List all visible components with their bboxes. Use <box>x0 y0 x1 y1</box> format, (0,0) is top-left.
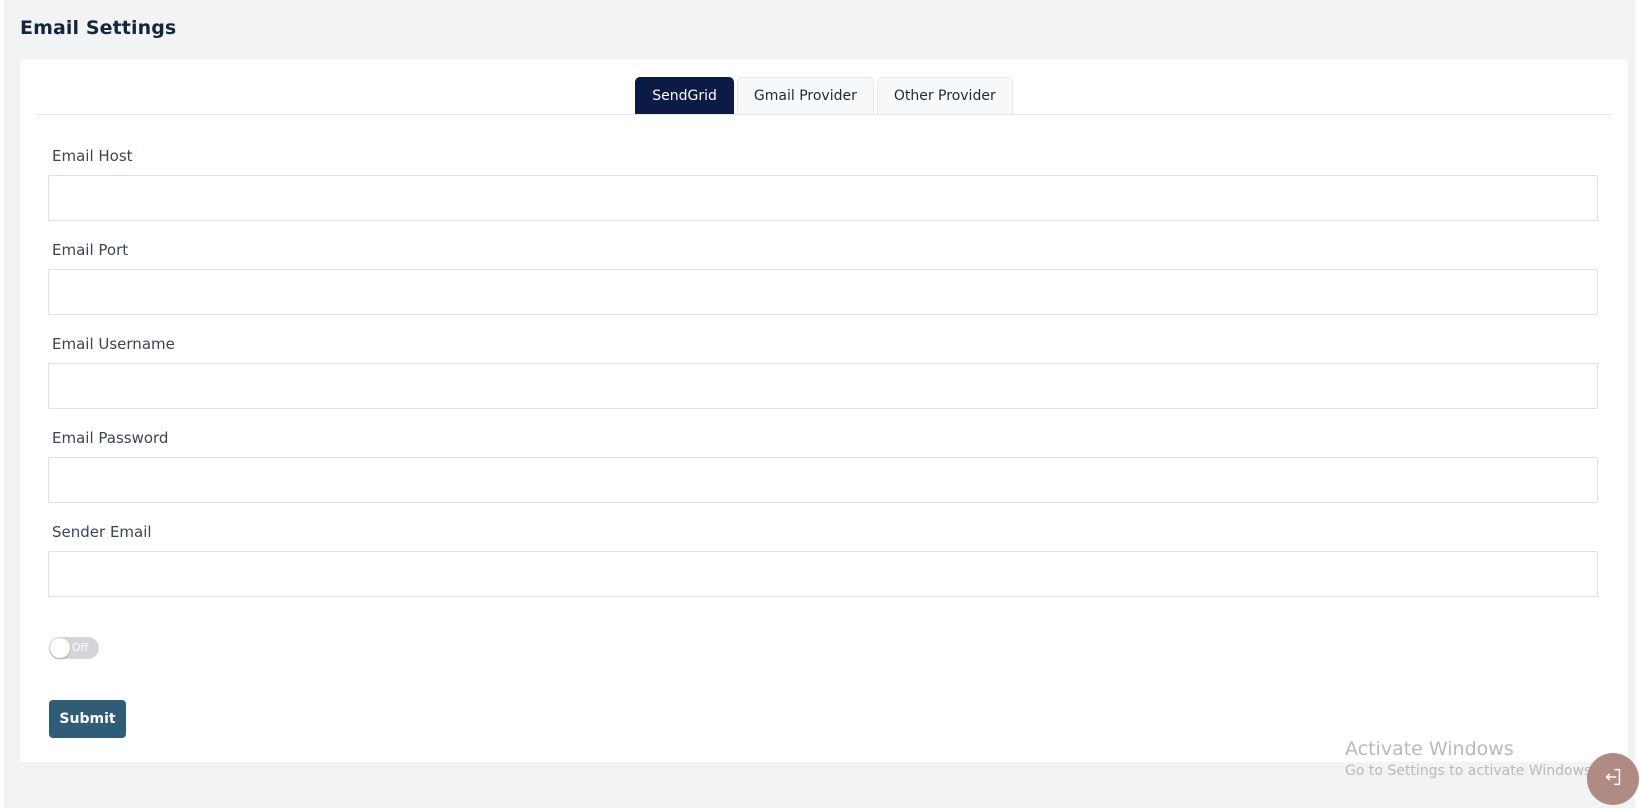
sender-email-group: Sender Email <box>48 523 1598 597</box>
email-port-group: Email Port <box>48 241 1598 315</box>
email-port-label: Email Port <box>52 241 129 259</box>
sender-email-input[interactable] <box>48 551 1598 597</box>
toggle-knob <box>50 638 70 658</box>
submit-button[interactable]: Submit <box>49 700 126 738</box>
email-username-label: Email Username <box>52 335 175 353</box>
logout-button[interactable] <box>1587 753 1639 805</box>
email-host-label: Email Host <box>52 147 133 165</box>
tab-gmail-provider[interactable]: Gmail Provider <box>736 77 874 114</box>
tab-other-provider[interactable]: Other Provider <box>876 77 1013 114</box>
email-host-input[interactable] <box>48 175 1598 221</box>
toggle-state-label: Off <box>72 641 89 654</box>
email-port-input[interactable] <box>48 269 1598 315</box>
page-background: Email Settings SendGrid Gmail Provider O… <box>4 0 1635 808</box>
email-settings-form: Email Host Email Port Email Username Ema… <box>48 147 1598 617</box>
enable-toggle[interactable]: Off <box>49 637 99 659</box>
email-password-group: Email Password <box>48 429 1598 503</box>
logout-icon <box>1602 766 1624 792</box>
tab-sendgrid[interactable]: SendGrid <box>635 77 734 114</box>
email-password-input[interactable] <box>48 457 1598 503</box>
settings-card: SendGrid Gmail Provider Other Provider E… <box>20 59 1628 762</box>
email-username-input[interactable] <box>48 363 1598 409</box>
provider-tabs: SendGrid Gmail Provider Other Provider <box>36 76 1612 115</box>
sender-email-label: Sender Email <box>52 523 152 541</box>
page-title: Email Settings <box>20 17 177 39</box>
email-password-label: Email Password <box>52 429 169 447</box>
email-username-group: Email Username <box>48 335 1598 409</box>
email-host-group: Email Host <box>48 147 1598 221</box>
